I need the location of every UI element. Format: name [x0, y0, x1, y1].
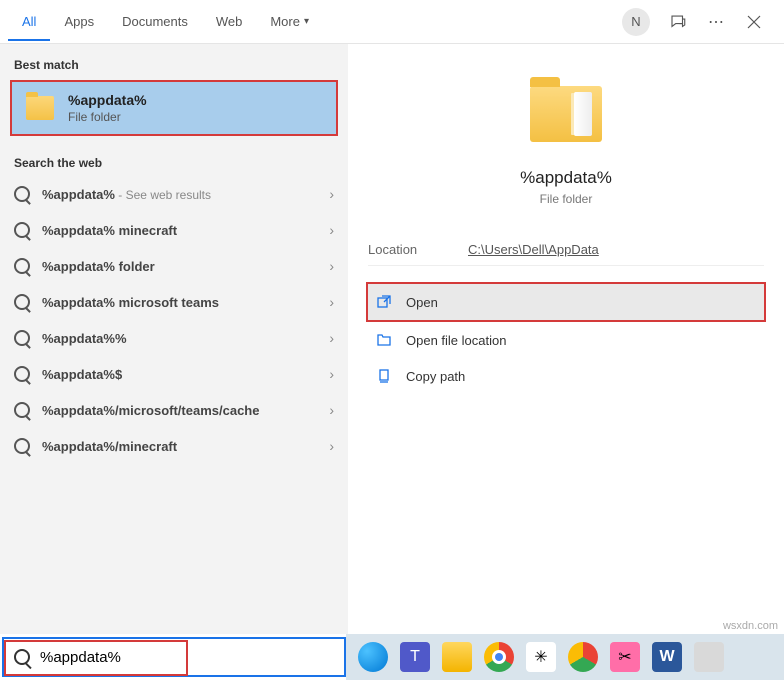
preview-pane: %appdata% File folder Location C:\Users\… [348, 44, 784, 634]
preview-subtitle: File folder [540, 192, 593, 206]
folder-icon [530, 86, 602, 142]
web-result[interactable]: %appdata%$ › [0, 356, 348, 392]
chevron-right-icon: › [329, 186, 334, 202]
taskbar-slack-icon[interactable]: ✳ [526, 642, 556, 672]
folder-icon [26, 96, 54, 120]
web-result[interactable]: %appdata% folder › [0, 248, 348, 284]
web-result[interactable]: %appdata%/minecraft › [0, 428, 348, 464]
web-result[interactable]: %appdata%/microsoft/teams/cache › [0, 392, 348, 428]
taskbar-word-icon[interactable]: W [652, 642, 682, 672]
location-row: Location C:\Users\Dell\AppData [368, 234, 764, 266]
chevron-right-icon: › [329, 222, 334, 238]
results-pane: Best match %appdata% File folder Search … [0, 44, 348, 634]
tab-apps[interactable]: Apps [50, 4, 108, 39]
chevron-right-icon: › [329, 366, 334, 382]
search-icon [14, 222, 30, 238]
chevron-right-icon: › [329, 402, 334, 418]
search-icon [14, 438, 30, 454]
chevron-right-icon: › [329, 330, 334, 346]
filter-tabs: All Apps Documents Web More▾ N ⋯ [0, 0, 784, 44]
chevron-right-icon: › [329, 438, 334, 454]
web-result[interactable]: %appdata% microsoft teams › [0, 284, 348, 320]
more-icon[interactable]: ⋯ [706, 12, 726, 32]
search-icon [14, 294, 30, 310]
search-box[interactable] [2, 637, 346, 677]
action-open[interactable]: Open [368, 284, 764, 320]
user-avatar[interactable]: N [622, 8, 650, 36]
search-icon [14, 402, 30, 418]
close-icon[interactable] [744, 12, 764, 32]
section-search-web: Search the web [0, 142, 348, 176]
watermark: wsxdn.com [723, 620, 778, 632]
taskbar-explorer-icon[interactable] [442, 642, 472, 672]
search-icon [14, 258, 30, 274]
open-icon [376, 294, 392, 310]
tab-documents[interactable]: Documents [108, 4, 202, 39]
feedback-icon[interactable] [668, 12, 688, 32]
web-result[interactable]: %appdata% minecraft › [0, 212, 348, 248]
taskbar: T ✳ ✂ W [346, 634, 784, 680]
copy-icon [376, 368, 392, 384]
search-input[interactable] [40, 649, 334, 666]
chevron-right-icon: › [329, 258, 334, 274]
web-result[interactable]: %appdata%% › [0, 320, 348, 356]
search-icon [14, 186, 30, 202]
search-icon [14, 366, 30, 382]
action-copy-path[interactable]: Copy path [368, 358, 764, 394]
search-icon [14, 330, 30, 346]
taskbar-edge-icon[interactable] [358, 642, 388, 672]
folder-open-icon [376, 332, 392, 348]
chevron-right-icon: › [329, 294, 334, 310]
tab-web[interactable]: Web [202, 4, 257, 39]
best-match-item[interactable]: %appdata% File folder [12, 82, 336, 134]
search-icon [14, 649, 30, 665]
taskbar-chrome2-icon[interactable] [568, 642, 598, 672]
location-link[interactable]: C:\Users\Dell\AppData [468, 242, 599, 257]
taskbar-chrome-icon[interactable] [484, 642, 514, 672]
best-match-title: %appdata% [68, 92, 147, 108]
section-best-match: Best match [0, 44, 348, 78]
tab-more[interactable]: More▾ [256, 4, 323, 39]
best-match-subtitle: File folder [68, 110, 147, 124]
preview-title: %appdata% [520, 168, 612, 188]
web-result[interactable]: %appdata% - See web results › [0, 176, 348, 212]
action-open-location[interactable]: Open file location [368, 322, 764, 358]
taskbar-teams-icon[interactable]: T [400, 642, 430, 672]
taskbar-snip-icon[interactable]: ✂ [610, 642, 640, 672]
tab-all[interactable]: All [8, 4, 50, 41]
chevron-down-icon: ▾ [304, 16, 309, 27]
taskbar-app-icon[interactable] [694, 642, 724, 672]
